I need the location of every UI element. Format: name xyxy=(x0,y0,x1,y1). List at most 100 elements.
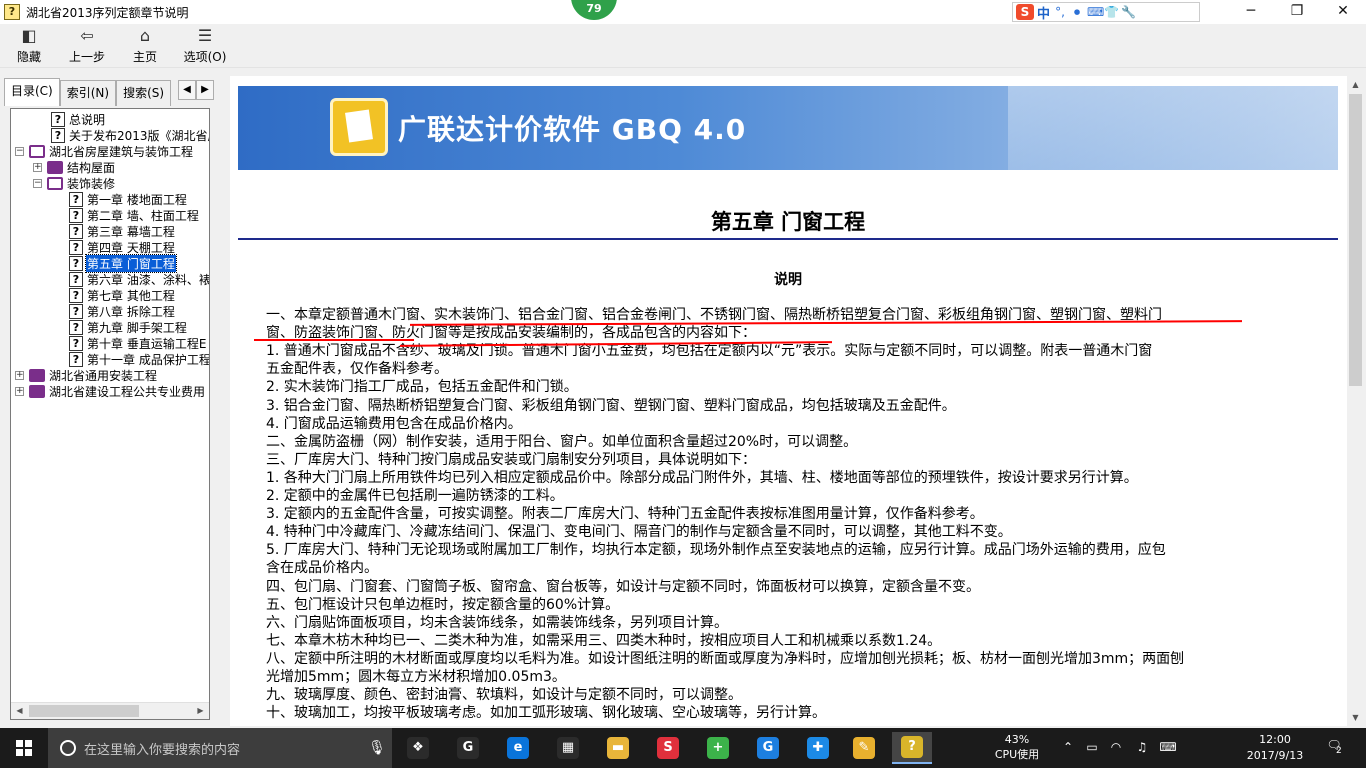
hide-button[interactable]: ◧ 隐藏 xyxy=(0,24,58,68)
tree-item[interactable]: ? 第七章 其他工程 xyxy=(69,287,176,303)
text-line: 二、金属防盗栅（网）制作安装，适用于阳台、窗户。如单位面积含量超过20%时，可以… xyxy=(266,433,858,450)
tab-search[interactable]: 搜索(S) xyxy=(116,80,172,106)
minimize-button[interactable]: ─ xyxy=(1228,0,1274,24)
tree-item[interactable]: ? 第十章 垂直运输工程E xyxy=(69,335,207,351)
ime-mode-label[interactable]: 中 xyxy=(1037,3,1050,22)
keyboard-icon[interactable]: ⌨ xyxy=(1087,5,1104,19)
scroll-up-icon[interactable]: ▲ xyxy=(1347,76,1364,93)
tree-item[interactable]: ? 关于发布2013版《湖北省房屋 xyxy=(51,127,209,143)
help-page-icon: ? xyxy=(69,271,83,287)
ime-toolbar[interactable]: S 中 °, ⏺ ⌨ 👕 🔧 xyxy=(1012,2,1200,22)
microphone-icon[interactable]: 🎙 xyxy=(362,740,392,756)
tree-item-label: 第十一章 成品保护工程 xyxy=(87,352,210,367)
taskbar-app-button[interactable]: G xyxy=(748,732,788,764)
tree-item[interactable]: ? 总说明 xyxy=(51,111,106,127)
360-safe-icon: + xyxy=(707,737,729,759)
tree-item[interactable]: − 装饰装修 xyxy=(33,175,116,191)
wifi-icon[interactable]: ◠ xyxy=(1106,740,1126,754)
tree-item[interactable]: ? 第四章 天棚工程 xyxy=(69,239,176,255)
tree-item[interactable]: − 湖北省房屋建筑与装饰工程 xyxy=(15,143,194,159)
tree-horizontal-scrollbar[interactable]: ◀ ▶ xyxy=(11,702,209,719)
scroll-left-icon[interactable]: ◀ xyxy=(11,703,28,719)
help-page-icon: ? xyxy=(69,351,83,367)
sogou-ime-logo-icon[interactable]: S xyxy=(1016,4,1034,20)
taskbar-app-button[interactable]: S xyxy=(648,732,688,764)
product-banner: 广联达计价软件 GBQ 4.0 xyxy=(238,86,1338,170)
close-button[interactable]: ✕ xyxy=(1320,0,1366,24)
title-divider xyxy=(238,238,1338,240)
clothes-icon[interactable]: 👕 xyxy=(1104,5,1119,19)
mic-icon[interactable]: ⏺ xyxy=(1070,5,1084,20)
taskbar-app-button[interactable]: ✚ xyxy=(798,732,838,764)
ime-punct-icon[interactable]: °, xyxy=(1053,5,1067,19)
taskbar-app-button[interactable]: ❖ xyxy=(398,732,438,764)
battery-icon[interactable]: ▭ xyxy=(1082,740,1102,754)
start-button[interactable] xyxy=(0,728,48,768)
tree-item[interactable]: ? 第六章 油漆、涂料、裱 xyxy=(69,271,209,287)
tree-item[interactable]: + 湖北省建设工程公共专业费用 xyxy=(15,383,206,399)
text-line: 四、包门扇、门窗套、门窗筒子板、窗帘盒、窗台板等，如设计与定额不同时，饰面板材可… xyxy=(266,578,980,595)
collapse-icon[interactable]: − xyxy=(15,146,24,156)
browser-360-icon: G xyxy=(457,737,479,759)
input-keyboard-icon[interactable]: ⌨ xyxy=(1158,740,1178,754)
volume-icon[interactable]: ♫ xyxy=(1132,740,1152,754)
taskbar-app-button[interactable]: G xyxy=(448,732,488,764)
taskbar-app-button[interactable]: e xyxy=(498,732,538,764)
tree-item[interactable]: ? 第一章 楼地面工程 xyxy=(69,191,188,207)
tree-item[interactable]: + 湖北省通用安装工程 xyxy=(15,367,158,383)
options-button[interactable]: ☰ 选项(O) xyxy=(174,24,236,68)
tree-item[interactable]: ? 第三章 幕墙工程 xyxy=(69,223,176,239)
tree-item-label: 湖北省建设工程公共专业费用 xyxy=(49,384,206,399)
notification-center-button[interactable]: 🗨 2 xyxy=(1322,738,1346,758)
tree-item[interactable]: ? 第二章 墙、柱面工程 xyxy=(69,207,200,223)
text-line: 5. 厂库房大门、特种门无论现场或附属加工厂制作，均执行本定额，现场外制作点至安… xyxy=(266,542,1166,559)
taskbar-app-button[interactable]: ✎ xyxy=(844,732,884,764)
content-vertical-scrollbar[interactable]: ▲ ▼ xyxy=(1347,76,1364,726)
red-annotation-underline xyxy=(254,339,414,341)
tree-item-label: 湖北省通用安装工程 xyxy=(49,368,158,383)
clock-date: 2017/9/13 xyxy=(1246,749,1304,762)
taskbar-app-button[interactable]: ▬ xyxy=(598,732,638,764)
tree-item-label: 结构屋面 xyxy=(67,160,116,175)
content-scroll-thumb[interactable] xyxy=(1349,94,1362,386)
taskbar-search-box[interactable]: 在这里输入你要搜索的内容 🎙 xyxy=(48,728,392,768)
taskbar-app-button[interactable]: ? xyxy=(892,732,932,764)
tree-item-label: 第三章 幕墙工程 xyxy=(87,224,175,239)
tab-contents[interactable]: 目录(C) xyxy=(4,78,60,106)
tree-item[interactable]: ? 第十一章 成品保护工程 xyxy=(69,351,210,367)
tools-icon[interactable]: 🔧 xyxy=(1121,5,1136,19)
contents-tree[interactable]: ◀ ▶ ? 总说明? 关于发布2013版《湖北省房屋 − 湖北省房屋建筑与装饰工程 + 结构… xyxy=(10,108,210,720)
expand-icon[interactable]: + xyxy=(33,162,42,172)
show-hidden-icons-icon[interactable]: ⌃ xyxy=(1058,740,1078,754)
tab-index[interactable]: 索引(N) xyxy=(59,80,117,106)
tab-scroll-left-icon[interactable]: ◀ xyxy=(178,80,196,100)
tab-scroll-right-icon[interactable]: ▶ xyxy=(196,80,214,100)
back-button[interactable]: ⇦ 上一步 xyxy=(58,24,116,68)
system-clock[interactable]: 12:00 2017/9/13 xyxy=(1243,732,1307,764)
tree-item[interactable]: ? 第九章 脚手架工程 xyxy=(69,319,188,335)
scroll-thumb[interactable] xyxy=(29,705,139,717)
text-line: 六、门扇贴饰面板项目，均未含装饰线条，如需装饰线条，另列项目计算。 xyxy=(266,614,728,631)
text-line: 八、定额中所注明的木材断面或厚度均以毛料为准。如设计图纸注明的断面或厚度为净料时… xyxy=(266,650,1185,667)
tree-item[interactable]: ? 第八章 拆除工程 xyxy=(69,303,176,319)
taskbar-app-button[interactable]: ▦ xyxy=(548,732,588,764)
nav-tabs: 目录(C) 索引(N) 搜索(S) xyxy=(4,78,172,106)
tree-item-label: 关于发布2013版《湖北省房屋 xyxy=(69,128,209,143)
glodon-icon: G xyxy=(757,737,779,759)
scroll-down-icon[interactable]: ▼ xyxy=(1347,709,1364,726)
expand-icon[interactable]: + xyxy=(15,386,24,396)
expand-icon[interactable]: + xyxy=(15,370,24,380)
help-app-icon: ? xyxy=(901,736,923,758)
maximize-button[interactable]: ❐ xyxy=(1274,0,1320,24)
file-explorer-icon: ▬ xyxy=(607,737,629,759)
scroll-right-icon[interactable]: ▶ xyxy=(192,703,209,719)
text-line: 1. 各种大门门扇上所用铁件均已列入相应定额成品价中。除部分成品门附件外，其墙、… xyxy=(266,469,1138,486)
tree-item[interactable]: + 结构屋面 xyxy=(33,159,116,175)
collapse-icon[interactable]: − xyxy=(33,178,42,188)
help-page-icon: ? xyxy=(69,287,83,303)
cpu-meter[interactable]: 43% CPU使用 xyxy=(990,732,1044,762)
cortana-icon xyxy=(60,740,76,756)
home-button[interactable]: ⌂ 主页 xyxy=(116,24,174,68)
taskbar-app-button[interactable]: + xyxy=(698,732,738,764)
tree-item[interactable]: ? 第五章 门窗工程 xyxy=(69,253,177,273)
